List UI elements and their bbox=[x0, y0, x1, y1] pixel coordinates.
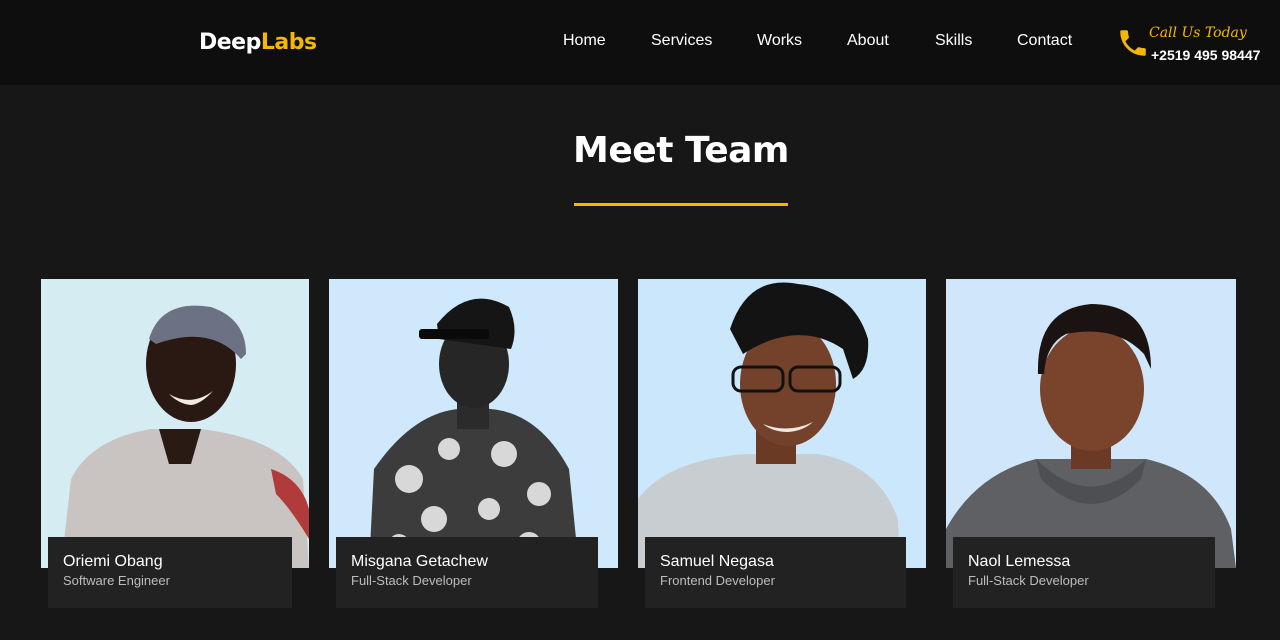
nav-link-contact[interactable]: Contact bbox=[1017, 30, 1072, 52]
team-card-3[interactable]: Samuel Negasa Frontend Developer bbox=[638, 279, 926, 608]
brand-logo[interactable]: DeepLabs bbox=[199, 29, 317, 57]
member-caption-2: Misgana Getachew Full-Stack Developer bbox=[336, 537, 598, 608]
call-us-block[interactable]: Call Us Today +2519 495 98447 bbox=[1116, 24, 1266, 64]
phone-number[interactable]: +2519 495 98447 bbox=[1151, 46, 1260, 64]
navbar: DeepLabs Home Services Works About Skill… bbox=[0, 0, 1280, 85]
member-role: Software Engineer bbox=[63, 573, 170, 588]
phone-icon bbox=[1116, 26, 1150, 60]
section-title: Meet Team bbox=[573, 130, 789, 171]
nav-link-works[interactable]: Works bbox=[757, 30, 802, 52]
member-name: Samuel Negasa bbox=[660, 553, 774, 570]
member-name: Oriemi Obang bbox=[63, 553, 163, 570]
member-role: Full-Stack Developer bbox=[968, 573, 1089, 588]
nav-link-skills[interactable]: Skills bbox=[935, 30, 972, 52]
member-photo-3 bbox=[638, 279, 926, 568]
team-card-2[interactable]: Misgana Getachew Full-Stack Developer bbox=[329, 279, 618, 608]
nav-link-home[interactable]: Home bbox=[563, 30, 606, 52]
member-name: Misgana Getachew bbox=[351, 553, 488, 570]
nav-link-about[interactable]: About bbox=[847, 30, 889, 52]
team-card-4[interactable]: Naol Lemessa Full-Stack Developer bbox=[946, 279, 1236, 608]
member-name: Naol Lemessa bbox=[968, 553, 1071, 570]
member-photo-1 bbox=[41, 279, 309, 568]
member-role: Full-Stack Developer bbox=[351, 573, 472, 588]
brand-logo-part2: Labs bbox=[260, 30, 317, 55]
team-card-1[interactable]: Oriemi Obang Software Engineer bbox=[41, 279, 309, 608]
member-role: Frontend Developer bbox=[660, 573, 775, 588]
nav-link-services[interactable]: Services bbox=[651, 30, 712, 52]
member-photo-2 bbox=[329, 279, 618, 568]
member-photo-4 bbox=[946, 279, 1236, 568]
member-caption-3: Samuel Negasa Frontend Developer bbox=[645, 537, 906, 608]
brand-logo-part1: Deep bbox=[199, 30, 261, 55]
member-caption-1: Oriemi Obang Software Engineer bbox=[48, 537, 292, 608]
call-us-label: Call Us Today bbox=[1149, 25, 1247, 41]
member-caption-4: Naol Lemessa Full-Stack Developer bbox=[953, 537, 1215, 608]
title-underline bbox=[574, 203, 788, 206]
